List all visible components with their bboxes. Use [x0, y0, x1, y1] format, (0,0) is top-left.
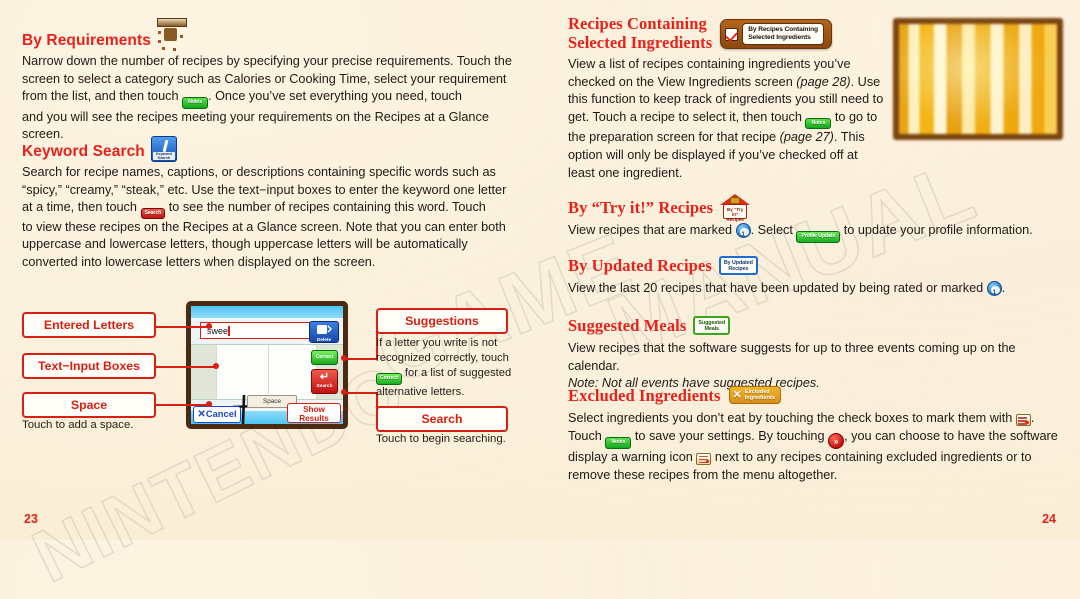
show-results-button[interactable]: Show Results	[287, 403, 341, 423]
correct-button[interactable]: Correct	[311, 350, 338, 365]
ei-text-3: to save your settings. By touching	[631, 429, 829, 443]
callout-text-input-boxes: Text−Input Boxes	[22, 353, 156, 379]
ti-text-1: View recipes that are marked	[568, 223, 736, 237]
right-page: Recipes Containing Selected Ingredients …	[540, 0, 1080, 540]
ti-text-3: to update your profile information.	[840, 223, 1033, 237]
ti-text-2: . Select	[750, 223, 797, 237]
ei-text-1: Select ingredients you don’t eat by touc…	[568, 411, 1016, 426]
cancel-button[interactable]: ✕Cancel	[193, 406, 241, 423]
x-mark-icon: ✕	[732, 388, 742, 401]
input-cell-1[interactable]	[217, 345, 269, 399]
req-text-2: . Once you’ve set everything you need, t…	[208, 89, 466, 104]
try-it-house-label: By “Try it!” Recipes	[723, 204, 748, 222]
input-cell-0[interactable]	[191, 345, 217, 399]
updated-recipes-icon[interactable]: By Updated Recipes	[718, 256, 758, 275]
ds-top-bar	[191, 306, 343, 318]
profile-update-button[interactable]: Profile Update	[796, 231, 841, 243]
checkbox-checked-icon	[725, 27, 739, 41]
paragraph-keyword-search: Search for recipe names, captions, or de…	[22, 164, 518, 272]
ur-text-1: View the last 20 recipes that have been …	[568, 281, 987, 295]
warning-note-icon	[1015, 414, 1031, 427]
callout-space: Space	[22, 392, 156, 418]
badge-label-recipes-containing: By Recipes Containing Selected Ingredien…	[742, 23, 824, 45]
input-cell-2[interactable]	[269, 345, 317, 399]
clock-icon	[735, 223, 751, 244]
leader-space	[156, 404, 212, 406]
notes-button[interactable]: Notes	[805, 117, 832, 130]
paragraph-excluded-ingredients: Select ingredients you don’t eat by touc…	[568, 410, 1064, 484]
paragraph-by-requirements: Narrow down the number of recipes by spe…	[22, 53, 518, 144]
heading-recipes-containing: Recipes Containing Selected Ingredients	[568, 14, 713, 52]
requirements-icon	[156, 18, 187, 52]
excluded-ingredients-label: Excluded Ingredients	[744, 389, 775, 402]
delete-icon	[317, 325, 332, 334]
kw-text-2: to see the number of recipes containing …	[165, 200, 490, 215]
kw-text-3: to view these recipes on the Recipes at …	[22, 219, 506, 269]
paragraph-recipes-containing: View a list of recipes containing ingred…	[568, 56, 884, 182]
page-number-right: 24	[1042, 512, 1056, 526]
paragraph-try-it-recipes: View recipes that are marked . Select Pr…	[568, 222, 1064, 244]
leader-entered-letters	[156, 326, 212, 328]
screenshot-photo	[893, 18, 1063, 140]
page-number-left: 23	[24, 512, 38, 526]
clock-icon	[986, 281, 1002, 302]
delete-button[interactable]: Delete	[309, 321, 339, 343]
suggested-meals-icon[interactable]: Suggested Meals	[693, 316, 731, 335]
leader-text-input	[156, 366, 218, 368]
cancel-button-label: Cancel	[205, 408, 237, 419]
warning-note-icon	[696, 453, 712, 465]
rc-page-ref-28: (page 28)	[796, 74, 851, 89]
search-button[interactable]: Search	[140, 208, 166, 219]
try-it-house-icon[interactable]: By “Try it!” Recipes	[720, 194, 751, 222]
keyword-search-icon-label: Keyword Search	[152, 151, 175, 160]
entered-letters-field[interactable]: swee	[200, 322, 318, 339]
search-button-screen[interactable]: ↵ Search	[311, 369, 338, 394]
callout-search: Search	[376, 406, 508, 432]
leader-suggestions	[344, 358, 378, 360]
caption-suggestions: If a letter you write is not recognized …	[376, 336, 526, 400]
rc-page-ref-27: (page 27)	[779, 130, 834, 145]
correct-button-inline[interactable]: Correct	[376, 373, 402, 385]
leader-dot-text-input	[213, 363, 219, 369]
leader-dot-entered	[206, 323, 212, 329]
ds-screen-mock: swee Delete Correct ↵ Search Space ✕Canc…	[186, 301, 348, 429]
heading-try-it-recipes: By “Try it!” Recipes	[568, 198, 714, 217]
paragraph-updated-recipes: View the last 20 recipes that have been …	[568, 280, 1064, 302]
excluded-ingredients-icon[interactable]: ✕ Excluded Ingredients	[728, 386, 781, 405]
show-results-label: Show Results	[299, 405, 329, 423]
heading-suggested-meals: Suggested Meals	[568, 316, 687, 335]
left-page: By Requirements Narrow down the number o…	[0, 0, 540, 540]
heading-keyword-search: Keyword Search	[22, 143, 145, 160]
heading-excluded-ingredients: Excluded Ingredients	[568, 386, 721, 406]
text-caret	[228, 326, 230, 336]
leader-dot-space	[206, 401, 212, 407]
notes-button[interactable]: Notes	[182, 97, 209, 109]
caption-search: Touch to begin searching.	[376, 433, 506, 445]
delete-button-label: Delete	[316, 338, 332, 343]
leader-dot-search	[341, 389, 347, 395]
callout-entered-letters: Entered Letters	[22, 312, 156, 338]
caption-space: Touch to add a space.	[22, 419, 134, 431]
leader-dot-suggestions	[341, 355, 347, 361]
by-recipes-containing-badge[interactable]: By Recipes Containing Selected Ingredien…	[720, 19, 832, 49]
paragraph-suggested-meals: View recipes that the software suggests …	[568, 341, 1016, 373]
leader-search	[344, 392, 378, 394]
double-chevron-button[interactable]: »	[828, 433, 845, 449]
heading-by-requirements: By Requirements	[22, 32, 151, 49]
keyword-search-icon: Keyword Search	[150, 136, 177, 162]
ur-text-2: .	[1001, 281, 1006, 295]
notes-button[interactable]: Notes	[605, 437, 632, 449]
callout-suggestions: Suggestions	[376, 308, 508, 334]
heading-updated-recipes: By Updated Recipes	[568, 256, 712, 275]
suggestions-text-1: If a letter you write is not recognized …	[376, 337, 509, 364]
search-button-label: Search	[316, 384, 333, 389]
